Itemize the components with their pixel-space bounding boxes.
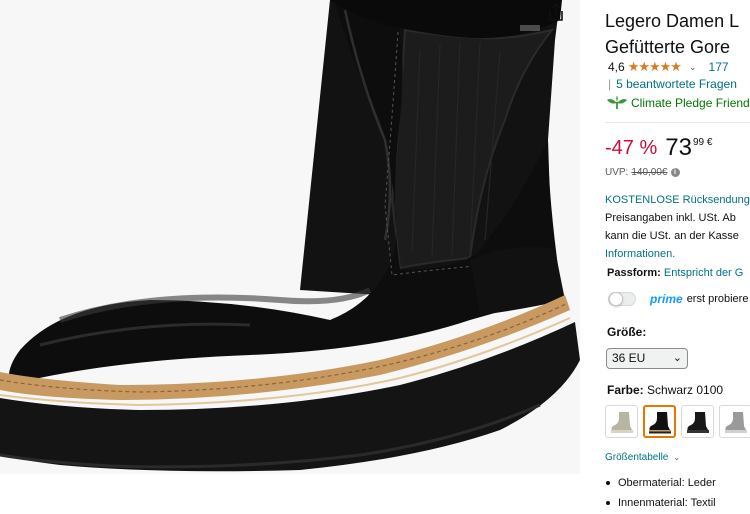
- climate-pledge-badge[interactable]: Climate Pledge Friend: [606, 96, 750, 110]
- divider: [605, 122, 750, 123]
- prime-toggle[interactable]: [608, 292, 636, 306]
- chevron-down-icon: ⌄: [673, 453, 681, 462]
- product-title[interactable]: Legero Damen L Gefütterte Gore: [605, 8, 750, 60]
- climate-pledge-label[interactable]: Climate Pledge Friend: [631, 96, 750, 110]
- prime-logo: prime: [650, 292, 683, 306]
- swatch-beige[interactable]: [605, 405, 638, 438]
- list-item: Innenmaterial: Textil: [606, 493, 716, 513]
- size-label: Größe:: [607, 325, 647, 339]
- swatch-black-2[interactable]: [681, 405, 714, 438]
- color-info: Farbe: Schwarz 0100: [607, 383, 723, 397]
- bullet-text: Innenmaterial: Textil: [618, 497, 716, 509]
- chevron-down-icon: ⌄: [672, 352, 682, 364]
- uvp-value: 140,00€: [631, 167, 668, 178]
- separator: |: [608, 77, 612, 91]
- product-details: Legero Damen L Gefütterte Gore 4,6 ★★★★★…: [596, 0, 750, 514]
- bullet-dot: [606, 501, 610, 505]
- color-swatches: [605, 405, 750, 438]
- rating-value: 4,6: [608, 60, 625, 74]
- rating-count-link[interactable]: 177: [709, 60, 729, 74]
- bullet-dot: [606, 481, 610, 485]
- boot-thumbnail-icon: [724, 411, 747, 433]
- tax-info-line1: Preisangaben inkl. USt. Ab: [605, 212, 736, 224]
- size-dropdown[interactable]: 36 EU ⌄: [606, 348, 688, 369]
- tax-info-line2: kann die USt. an der Kasse: [605, 230, 739, 242]
- qa-row: | 5 beantwortete Fragen: [608, 77, 737, 91]
- star-rating-icon[interactable]: ★★★★★: [628, 59, 682, 75]
- boot-thumbnail-icon: [610, 411, 633, 433]
- size-chart-link[interactable]: Größentabelle ⌄: [605, 452, 680, 463]
- fit-info: Passform: Entspricht der G: [607, 267, 743, 279]
- bullet-text: Obermaterial: Leder: [618, 477, 716, 489]
- discount-percentage: -47 %: [605, 137, 658, 159]
- boot-thumbnail-icon: [686, 411, 709, 433]
- color-label: Farbe:: [607, 383, 644, 397]
- answered-questions-link[interactable]: 5 beantwortete Fragen: [616, 77, 737, 91]
- color-value: Schwarz 0100: [647, 383, 724, 397]
- product-image-panel[interactable]: [0, 0, 580, 474]
- price-whole: 73: [665, 134, 692, 161]
- uvp-label: UVP:: [605, 167, 629, 178]
- boot-thumbnail-icon: [648, 411, 671, 433]
- list-item: Obermaterial: Leder: [606, 473, 716, 493]
- climate-pledge-icon: [607, 96, 627, 109]
- toggle-knob: [609, 292, 623, 306]
- swatch-grey[interactable]: [719, 405, 750, 438]
- product-image[interactable]: [0, 0, 580, 474]
- info-icon[interactable]: i: [670, 168, 680, 177]
- product-title-line2[interactable]: Gefütterte Gore: [605, 34, 750, 60]
- chevron-down-icon[interactable]: ⌄: [689, 62, 697, 73]
- prime-text: erst probiere: [686, 293, 749, 305]
- price-fraction: 99 €: [692, 137, 713, 148]
- product-title-line1[interactable]: Legero Damen L: [605, 8, 750, 34]
- prime-try-before-buy: prime erst probiere: [608, 292, 748, 306]
- fit-label: Passform:: [607, 267, 661, 279]
- list-price: UVP: 140,00€ i: [605, 167, 680, 178]
- rating-summary[interactable]: 4,6 ★★★★★ ⌄ 177: [608, 59, 729, 75]
- returns-info: KOSTENLOSE Rücksendung Preisangaben inkl…: [605, 191, 750, 263]
- price-block: -47 % 73 99 €: [605, 134, 712, 162]
- share-icon[interactable]: [545, 2, 567, 22]
- fit-value-link[interactable]: Entspricht der G: [664, 267, 743, 279]
- free-returns-link[interactable]: KOSTENLOSE Rücksendung: [605, 191, 750, 209]
- size-selected-value: 36 EU: [612, 351, 646, 365]
- swatch-black-selected[interactable]: [643, 405, 676, 438]
- feature-bullets: Obermaterial: Leder Innenmaterial: Texti…: [606, 473, 716, 513]
- more-info-link[interactable]: Informationen.: [605, 245, 750, 263]
- size-chart-label[interactable]: Größentabelle: [605, 452, 668, 463]
